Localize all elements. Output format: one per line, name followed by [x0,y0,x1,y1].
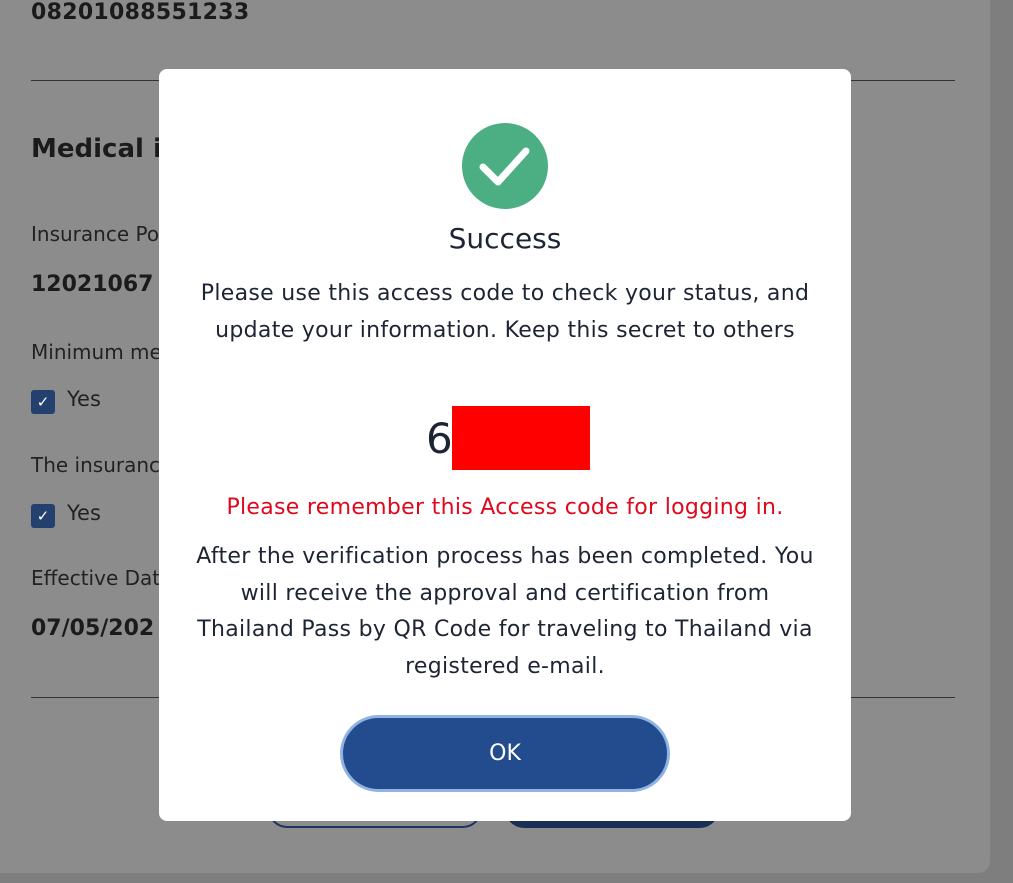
verification-info: After the verification process has been … [196,544,814,679]
insurance-policy-label: Insurance Po [31,222,160,246]
minimum-coverage-checkbox[interactable]: ✓ [31,390,55,414]
effective-date-value: 07/05/202 [31,616,155,641]
effective-date-label: Effective Dat [31,566,161,590]
section-title: Medical in [31,134,181,164]
insurance-coverage-yes-label: Yes [67,501,101,525]
dialog-title: Success [448,222,562,255]
ok-button[interactable]: OK [340,715,670,792]
minimum-coverage-yes-label: Yes [67,387,101,411]
minimum-coverage-label: Minimum me [31,340,162,364]
access-code-redaction [452,406,590,470]
dialog-message: Please use this access code to check you… [200,281,810,343]
phone-value: 08201088551233 [31,0,250,25]
access-code-warning: Please remember this Access code for log… [226,495,784,520]
access-code-prefix: 6 [426,414,453,463]
check-circle-icon [462,123,548,209]
insurance-coverage-label: The insuranc [31,453,161,477]
success-dialog: Success Please use this access code to c… [159,69,851,821]
access-code: 6 [159,406,851,470]
insurance-coverage-checkbox[interactable]: ✓ [31,504,55,528]
